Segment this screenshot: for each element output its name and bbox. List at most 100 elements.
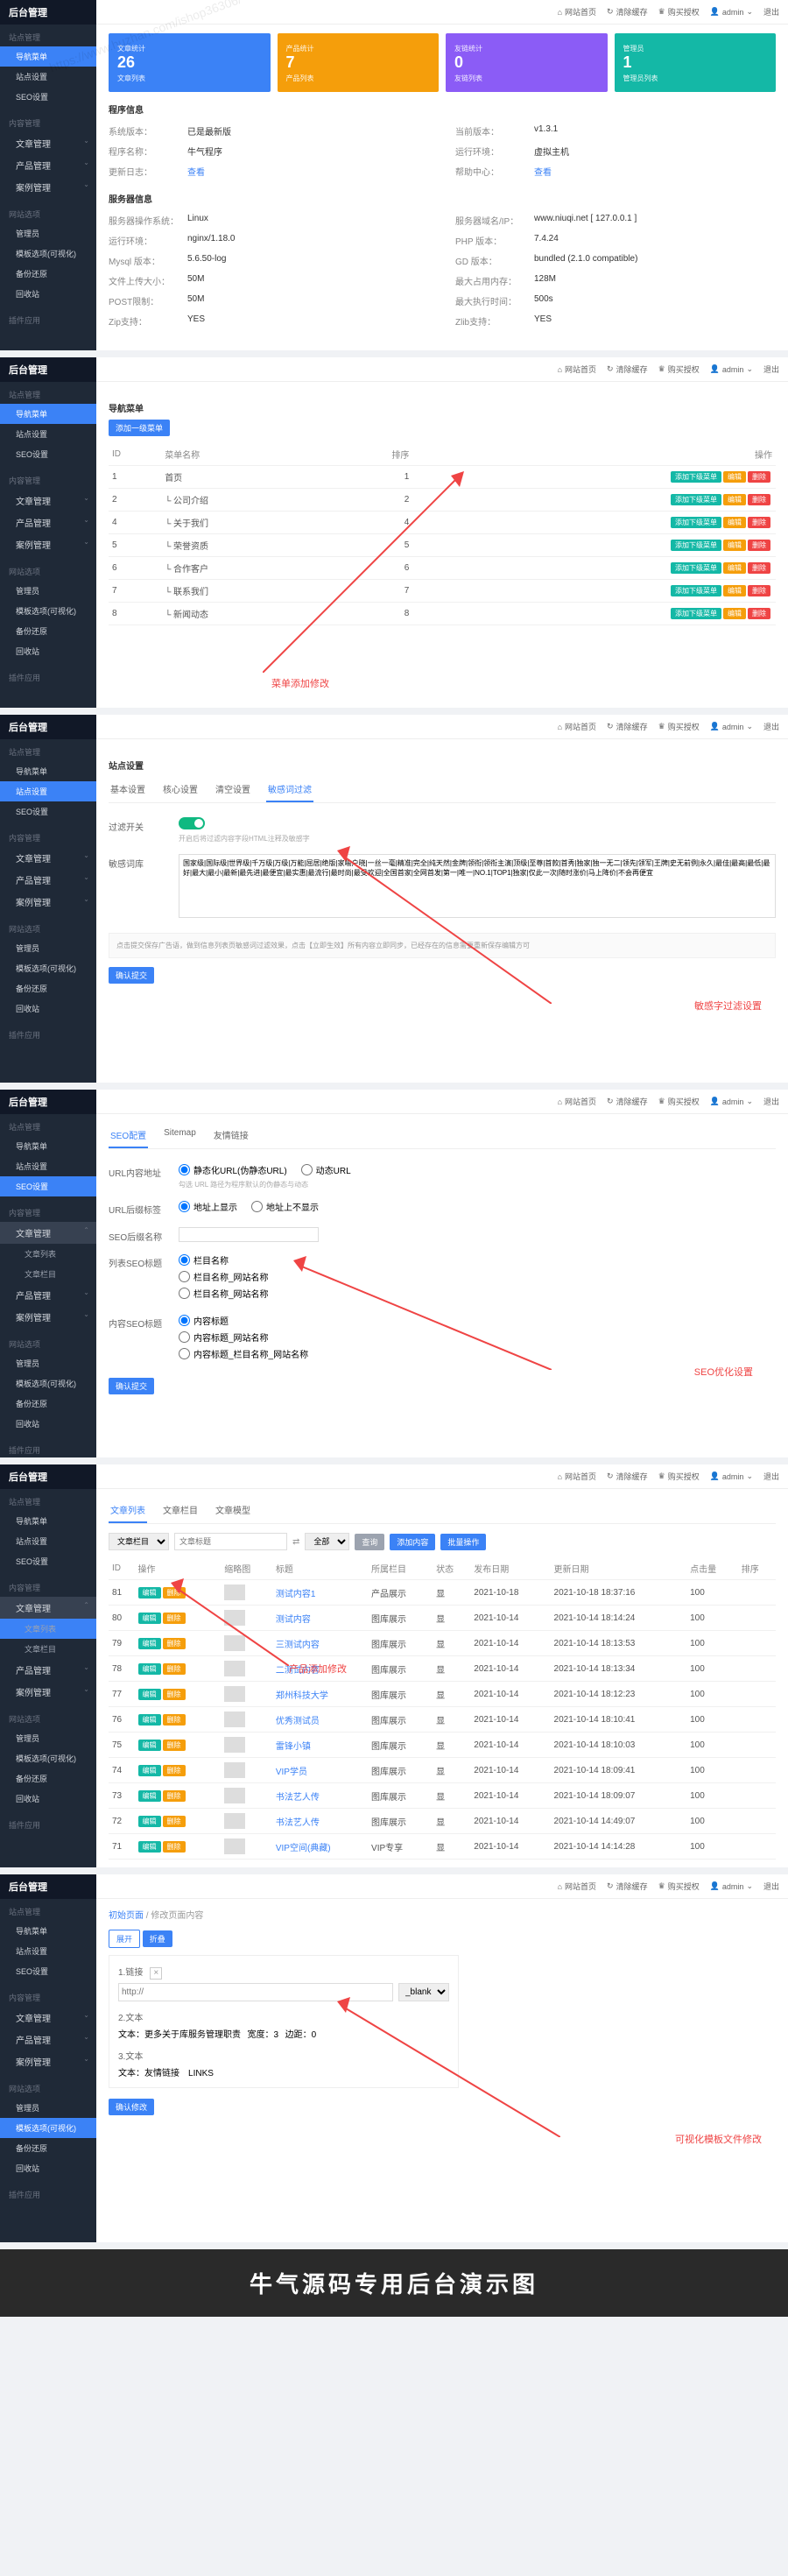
collapse-button[interactable]: 折叠 [143, 1930, 172, 1947]
title-link[interactable]: 优秀测试员 [276, 1717, 320, 1726]
sidebar-item-admin[interactable]: 管理员 [0, 223, 96, 243]
edit-button[interactable]: 编辑 [138, 1816, 161, 1827]
edit-button[interactable]: 编辑 [723, 471, 746, 483]
edit-button[interactable]: 编辑 [138, 1765, 161, 1776]
tab-seo[interactable]: SEO配置 [109, 1123, 148, 1148]
add-sub-button[interactable]: 添加下级菜单 [671, 494, 721, 505]
topbar-user[interactable]: 👤 admin⌄ [710, 7, 753, 17]
delete-button[interactable]: 删除 [163, 1689, 186, 1700]
filter-toggle[interactable] [179, 817, 205, 829]
stat-card-article[interactable]: 文章统计26文章列表 [109, 33, 271, 92]
search-button[interactable]: 查询 [355, 1534, 384, 1550]
sidebar-item-template[interactable]: 模板选项(可视化) [0, 243, 96, 264]
sidebar-item-recycle[interactable]: 回收站 [0, 284, 96, 304]
stat-card-product[interactable]: 产品统计7产品列表 [278, 33, 440, 92]
topbar-auth[interactable]: ♛ 购买授权 [658, 6, 700, 18]
add-button[interactable]: 添加内容 [390, 1534, 435, 1550]
seo-suffix-input[interactable] [179, 1227, 319, 1242]
delete-button[interactable]: 删除 [163, 1638, 186, 1649]
edit-button[interactable]: 编辑 [138, 1689, 161, 1700]
edit-button[interactable]: 编辑 [723, 608, 746, 619]
delete-button[interactable]: 删除 [163, 1663, 186, 1675]
delete-button[interactable]: 删除 [748, 517, 770, 528]
url-dynamic-radio[interactable] [301, 1164, 313, 1175]
url-static-radio[interactable] [179, 1164, 190, 1175]
sidebar-item-nav[interactable]: 导航菜单 [0, 404, 96, 424]
title-link[interactable]: 书法艺人传 [276, 1818, 320, 1828]
target-select[interactable]: _blank [398, 1983, 449, 2001]
add-sub-button[interactable]: 添加下级菜单 [671, 540, 721, 551]
expand-button[interactable]: 展开 [109, 1930, 140, 1948]
delete-button[interactable]: 删除 [748, 494, 770, 505]
edit-button[interactable]: 编辑 [138, 1841, 161, 1853]
sidebar-item-nav[interactable]: 导航菜单 [0, 46, 96, 67]
sidebar-item-article[interactable]: 文章管理⌄ [0, 132, 96, 154]
title-input[interactable] [174, 1533, 287, 1550]
add-sub-button[interactable]: 添加下级菜单 [671, 608, 721, 619]
edit-button[interactable]: 编辑 [723, 517, 746, 528]
title-link[interactable]: VIP学员 [276, 1768, 307, 1777]
add-sub-button[interactable]: 添加下级菜单 [671, 562, 721, 574]
submit-button[interactable]: 确认提交 [109, 1378, 154, 1394]
edit-button[interactable]: 编辑 [138, 1740, 161, 1751]
status-select[interactable]: 全部 [305, 1533, 349, 1550]
stat-card-admin[interactable]: 管理员1管理员列表 [615, 33, 777, 92]
submit-button[interactable]: 确认提交 [109, 967, 154, 984]
edit-button[interactable]: 编辑 [723, 562, 746, 574]
edit-button[interactable]: 编辑 [723, 585, 746, 596]
add-sub-button[interactable]: 添加下级菜单 [671, 585, 721, 596]
delete-button[interactable]: 删除 [748, 471, 770, 483]
sidebar-item-product[interactable]: 产品管理⌄ [0, 154, 96, 176]
edit-button[interactable]: 编辑 [723, 540, 746, 551]
delete-button[interactable]: 删除 [163, 1790, 186, 1802]
sidebar-item-backup[interactable]: 备份还原 [0, 264, 96, 284]
delete-button[interactable]: 删除 [163, 1587, 186, 1599]
delete-button[interactable]: 删除 [163, 1765, 186, 1776]
delete-button[interactable]: 删除 [163, 1613, 186, 1624]
view-link[interactable]: 查看 [534, 165, 552, 178]
tab-sitemap[interactable]: Sitemap [162, 1123, 198, 1148]
url-input[interactable] [118, 1983, 393, 2001]
delete-button[interactable]: 删除 [748, 608, 770, 619]
title-link[interactable]: 书法艺人传 [276, 1793, 320, 1803]
delete-button[interactable]: 删除 [163, 1740, 186, 1751]
stat-card-links[interactable]: 友链统计0友链列表 [446, 33, 608, 92]
delete-button[interactable]: 删除 [163, 1841, 186, 1853]
edit-button[interactable]: 编辑 [138, 1714, 161, 1726]
delete-button[interactable]: 删除 [163, 1816, 186, 1827]
add-sub-button[interactable]: 添加下级菜单 [671, 517, 721, 528]
submit-button[interactable]: 确认修改 [109, 2099, 154, 2115]
topbar-home[interactable]: ⌂ 网站首页 [558, 6, 596, 18]
tab-basic[interactable]: 基本设置 [109, 777, 147, 802]
sidebar-item-seo[interactable]: SEO设置 [0, 87, 96, 107]
category-select[interactable]: 文章栏目 [109, 1533, 169, 1550]
title-link[interactable]: VIP空间(典藏) [276, 1844, 331, 1853]
edit-button[interactable]: 编辑 [723, 494, 746, 505]
tab-list[interactable]: 文章列表 [109, 1498, 147, 1523]
tab-clear[interactable]: 清空设置 [214, 777, 252, 802]
title-link[interactable]: 测试内容1 [276, 1590, 316, 1599]
delete-button[interactable]: 删除 [748, 540, 770, 551]
title-link[interactable]: 三测试内容 [276, 1641, 320, 1650]
topbar-cache[interactable]: ↻ 清除缓存 [607, 6, 648, 18]
batch-button[interactable]: 批量操作 [440, 1534, 486, 1550]
delete-button[interactable]: 删除 [163, 1714, 186, 1726]
delete-button[interactable]: 删除 [748, 562, 770, 574]
sidebar-item-site[interactable]: 站点设置 [0, 67, 96, 87]
edit-button[interactable]: 编辑 [138, 1663, 161, 1675]
tab-core[interactable]: 核心设置 [161, 777, 200, 802]
delete-button[interactable]: 删除 [748, 585, 770, 596]
edit-button[interactable]: 编辑 [138, 1587, 161, 1599]
title-link[interactable]: 雷锋小镇 [276, 1742, 311, 1752]
add-menu-button[interactable]: 添加一级菜单 [109, 420, 170, 436]
sidebar-item-seo[interactable]: SEO设置 [0, 1176, 96, 1196]
title-link[interactable]: 郑州科技大学 [276, 1691, 328, 1701]
title-link[interactable]: 测试内容 [276, 1615, 311, 1625]
sidebar-item-site[interactable]: 站点设置 [0, 781, 96, 801]
view-link[interactable]: 查看 [187, 165, 205, 178]
sidebar-item-case[interactable]: 案例管理⌄ [0, 176, 96, 198]
close-icon[interactable]: × [150, 1967, 162, 1980]
sidebar-item-article-list[interactable]: 文章列表 [0, 1619, 96, 1639]
tab-model[interactable]: 文章模型 [214, 1498, 252, 1523]
topbar-logout[interactable]: 退出 [763, 6, 779, 18]
